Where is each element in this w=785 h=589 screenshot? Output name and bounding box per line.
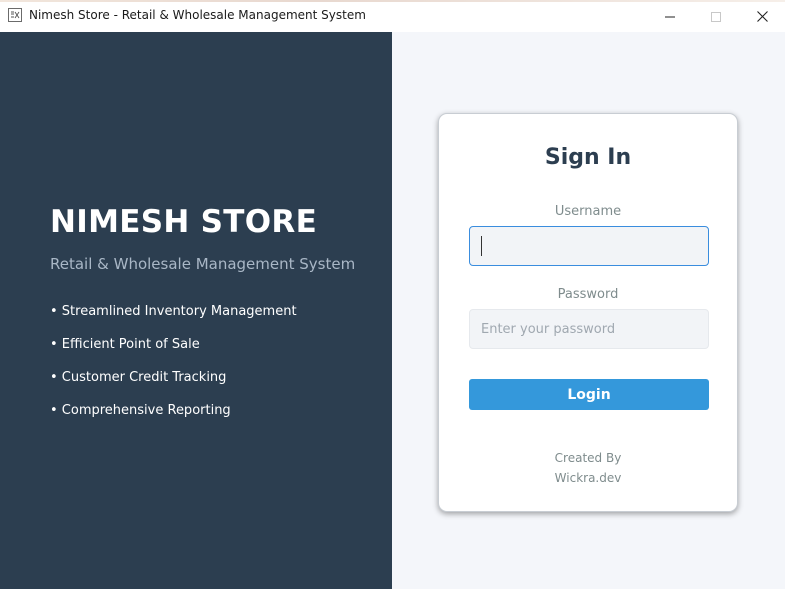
maximize-button[interactable] xyxy=(693,0,739,32)
sign-in-heading: Sign In xyxy=(544,145,632,170)
login-panel: Sign In Username Password Login Created … xyxy=(392,32,785,589)
credit-line-author: Wickra.dev xyxy=(554,471,622,485)
username-label: Username xyxy=(554,204,622,219)
password-label: Password xyxy=(557,287,619,302)
maximize-icon xyxy=(711,7,721,26)
password-input[interactable] xyxy=(469,309,709,349)
window-title: Nimesh Store - Retail & Wholesale Manage… xyxy=(29,8,366,22)
brand-title: NIMESH STORE xyxy=(50,204,318,240)
brand-subtitle: Retail & Wholesale Management System xyxy=(50,255,356,273)
feature-item-point-of-sale: • Efficient Point of Sale xyxy=(50,337,200,352)
app-window: Nimesh Store - Retail & Wholesale Manage… xyxy=(0,0,785,589)
feature-item-credit-tracking: • Customer Credit Tracking xyxy=(50,370,227,385)
credit-text: Created By Wickra.dev xyxy=(439,448,737,488)
feature-list: • Streamlined Inventory Management • Eff… xyxy=(50,304,297,436)
text-cursor xyxy=(481,236,482,256)
login-button[interactable]: Login xyxy=(469,379,709,410)
app-icon[interactable] xyxy=(8,8,22,22)
username-input[interactable] xyxy=(469,226,709,266)
minimize-button[interactable] xyxy=(647,0,693,32)
credit-line-created-by: Created By xyxy=(554,451,622,465)
feature-item-reporting: • Comprehensive Reporting xyxy=(50,403,231,418)
close-icon xyxy=(756,7,768,26)
feature-item-inventory: • Streamlined Inventory Management xyxy=(50,304,297,319)
title-bar[interactable]: Nimesh Store - Retail & Wholesale Manage… xyxy=(0,0,785,32)
minimize-icon xyxy=(665,7,675,26)
login-card: Sign In Username Password Login Created … xyxy=(438,113,738,512)
close-button[interactable] xyxy=(739,0,785,32)
branding-panel: NIMESH STORE Retail & Wholesale Manageme… xyxy=(0,32,392,589)
